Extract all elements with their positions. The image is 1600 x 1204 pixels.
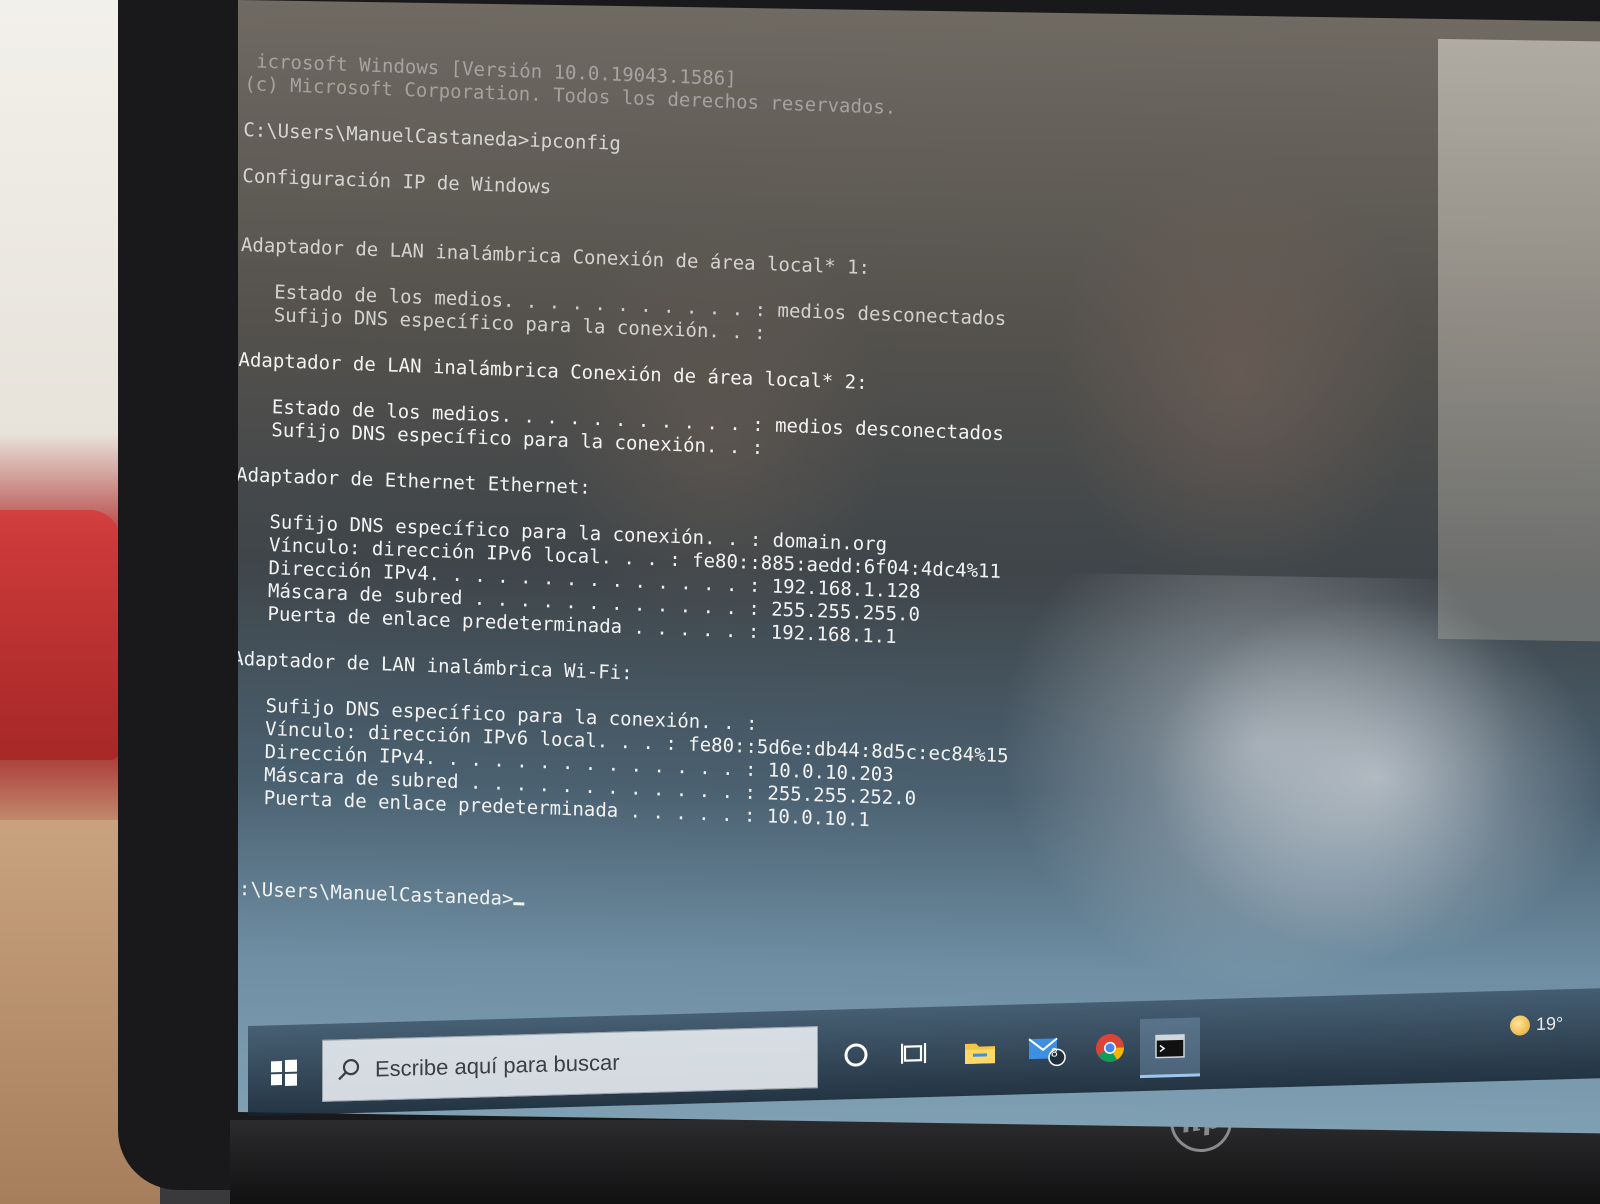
file-explorer-icon	[965, 1043, 995, 1064]
laptop-keyboard	[230, 1120, 1600, 1204]
task-view-icon	[901, 1043, 927, 1064]
screen-reflection-window	[1438, 38, 1600, 642]
task-view-button[interactable]	[888, 1025, 944, 1083]
laptop-screen: icrosoft Windows [Versión 10.0.19043.158…	[238, 0, 1600, 1134]
chrome-button[interactable]	[1082, 1019, 1138, 1077]
system-tray: 19°	[1510, 1013, 1563, 1036]
windows-start-icon	[271, 1059, 297, 1086]
command-prompt-window[interactable]: icrosoft Windows [Versión 10.0.19043.158…	[238, 4, 1346, 987]
search-placeholder: Escribe aquí para buscar	[375, 1049, 620, 1082]
weather-icon[interactable]	[1510, 1014, 1530, 1036]
chrome-icon	[1096, 1033, 1124, 1062]
terminal-output: icrosoft Windows [Versión 10.0.19043.158…	[238, 50, 1345, 872]
taskbar-search-box[interactable]: Escribe aquí para buscar	[322, 1026, 818, 1102]
search-icon	[323, 1056, 375, 1083]
cortana-circle-icon	[844, 1043, 868, 1067]
mail-button[interactable]: 8	[1018, 1021, 1074, 1079]
mail-icon	[1028, 1037, 1066, 1067]
mail-badge: 8	[1051, 1045, 1058, 1060]
terminal-prompt-line[interactable]: C:\Users\ManuelCastaneda>	[238, 878, 1327, 941]
command-prompt-icon	[1155, 1034, 1185, 1059]
text-cursor	[513, 902, 525, 906]
file-explorer-button[interactable]	[952, 1023, 1008, 1081]
start-button[interactable]	[262, 1050, 306, 1095]
background-red-chair	[0, 510, 120, 760]
weather-temperature[interactable]: 19°	[1536, 1013, 1563, 1035]
cortana-button[interactable]	[828, 1026, 884, 1084]
terminal-prompt: C:\Users\ManuelCastaneda>	[238, 877, 514, 911]
command-prompt-taskbar-button[interactable]	[1140, 1017, 1200, 1079]
